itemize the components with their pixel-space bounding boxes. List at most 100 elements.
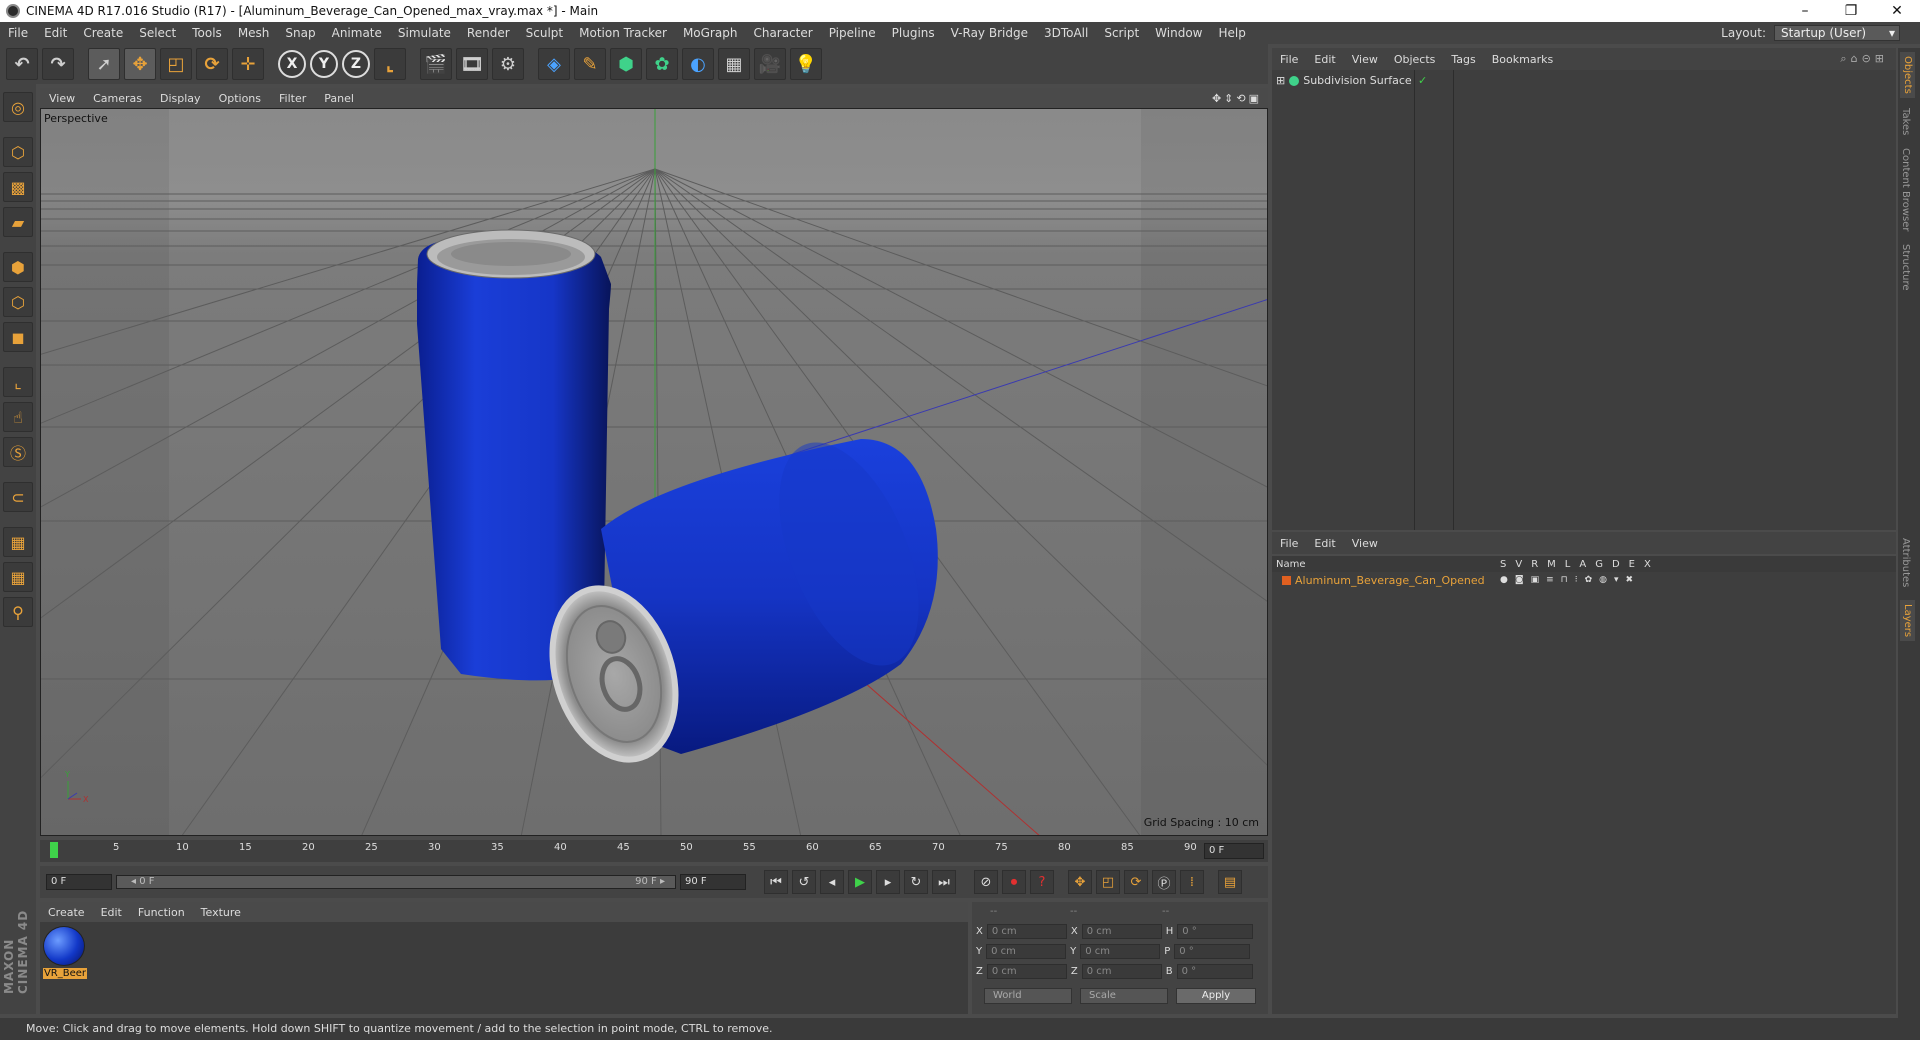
go-to-start-icon[interactable]: ⏮ bbox=[764, 870, 788, 894]
viewport-menu-view[interactable]: View bbox=[40, 92, 84, 105]
menu-tools[interactable]: Tools bbox=[184, 26, 230, 40]
object-row[interactable]: ⊞ Subdivision Surface bbox=[1276, 74, 1412, 87]
model-mode-icon[interactable]: ⬡ bbox=[3, 137, 33, 167]
y-axis-lock-icon[interactable]: Y bbox=[310, 50, 338, 78]
close-button[interactable]: ✕ bbox=[1874, 3, 1920, 19]
polygons-mode-icon[interactable]: ◼ bbox=[3, 322, 33, 352]
layer-row[interactable]: Aluminum_Beverage_Can_Opened bbox=[1282, 574, 1485, 587]
start-frame-field[interactable]: 0 F bbox=[46, 874, 112, 890]
key-parameter-icon[interactable]: Ⓟ bbox=[1152, 870, 1176, 894]
layer-manager-icon[interactable]: ≡ bbox=[1546, 575, 1554, 585]
menu-sculpt[interactable]: Sculpt bbox=[518, 26, 571, 40]
size-z-field[interactable]: 0 cm bbox=[1081, 964, 1162, 979]
objects-menu-view[interactable]: View bbox=[1344, 53, 1386, 66]
planar-workplane-icon[interactable]: ▦ bbox=[3, 562, 33, 592]
render-view-icon[interactable]: 🎬 bbox=[420, 48, 452, 80]
layers-menu-view[interactable]: View bbox=[1344, 537, 1386, 550]
select-cursor-icon[interactable]: ➚ bbox=[88, 48, 120, 80]
mograph-cloner-icon[interactable]: ✿ bbox=[646, 48, 678, 80]
coordinate-mode-dropdown[interactable]: World bbox=[984, 988, 1072, 1004]
coordinate-system-icon[interactable]: ⌞ bbox=[374, 48, 406, 80]
layer-generator-icon[interactable]: ✿ bbox=[1585, 575, 1593, 585]
menu-script[interactable]: Script bbox=[1096, 26, 1147, 40]
objects-search-icon[interactable]: ⌕⌂⊝⊞ bbox=[1840, 52, 1896, 66]
cube-object-icon[interactable]: ◈ bbox=[538, 48, 570, 80]
menu-render[interactable]: Render bbox=[459, 26, 518, 40]
workplane-mode-icon[interactable]: ▰ bbox=[3, 207, 33, 237]
next-frame-icon[interactable]: ▸ bbox=[876, 870, 900, 894]
menu-window[interactable]: Window bbox=[1147, 26, 1210, 40]
layer-deformer-icon[interactable]: ◍ bbox=[1599, 575, 1607, 585]
layer-expression-icon[interactable]: ▾ bbox=[1614, 575, 1619, 585]
menu-create[interactable]: Create bbox=[75, 26, 131, 40]
objects-menu-objects[interactable]: Objects bbox=[1386, 53, 1444, 66]
record-active-icon[interactable]: ⏺ bbox=[1002, 870, 1026, 894]
viewport-menu-filter[interactable]: Filter bbox=[270, 92, 315, 105]
timeline-ruler[interactable]: 0 5 10 15 20 25 30 35 40 45 50 55 60 65 … bbox=[40, 840, 1268, 862]
rotate-tool-icon[interactable]: ⟳ bbox=[196, 48, 228, 80]
size-mode-dropdown[interactable]: Scale bbox=[1080, 988, 1168, 1004]
menu-character[interactable]: Character bbox=[745, 26, 820, 40]
layer-color-swatch[interactable] bbox=[1282, 576, 1291, 585]
previous-frame-icon[interactable]: ◂ bbox=[820, 870, 844, 894]
redo-icon[interactable]: ↷ bbox=[42, 48, 74, 80]
tab-objects[interactable]: Objects bbox=[1900, 52, 1915, 98]
timeline-window-icon[interactable]: ▤ bbox=[1218, 870, 1242, 894]
key-scale-icon[interactable]: ◰ bbox=[1096, 870, 1120, 894]
texture-mode-icon[interactable]: ▩ bbox=[3, 172, 33, 202]
size-x-field[interactable]: 0 cm bbox=[1081, 924, 1162, 939]
timeline-playhead[interactable] bbox=[50, 842, 58, 858]
viewport-menu-panel[interactable]: Panel bbox=[315, 92, 363, 105]
tab-layers[interactable]: Layers bbox=[1900, 600, 1915, 642]
points-mode-icon[interactable]: ⬢ bbox=[3, 252, 33, 282]
menu-animate[interactable]: Animate bbox=[324, 26, 390, 40]
z-axis-lock-icon[interactable]: Z bbox=[342, 50, 370, 78]
position-x-field[interactable]: 0 cm bbox=[986, 924, 1067, 939]
key-pla-icon[interactable]: ⁞ bbox=[1180, 870, 1204, 894]
rotation-b-field[interactable]: 0 ° bbox=[1176, 964, 1253, 979]
objects-menu-bookmarks[interactable]: Bookmarks bbox=[1484, 53, 1561, 66]
autokey-icon[interactable]: ? bbox=[1030, 870, 1054, 894]
tab-structure[interactable]: Structure bbox=[1900, 244, 1911, 291]
viewport-menu-options[interactable]: Options bbox=[210, 92, 270, 105]
menu-pipeline[interactable]: Pipeline bbox=[821, 26, 884, 40]
rotation-h-field[interactable]: 0 ° bbox=[1177, 924, 1254, 939]
layer-solo-icon[interactable]: ● bbox=[1500, 575, 1508, 585]
axis-mode-icon[interactable]: ⌞ bbox=[3, 367, 33, 397]
menu-edit[interactable]: Edit bbox=[36, 26, 75, 40]
layer-lock-icon[interactable]: ⊓ bbox=[1561, 575, 1568, 585]
layer-visible-icon[interactable]: ◙ bbox=[1515, 575, 1524, 585]
key-rotation-icon[interactable]: ⟳ bbox=[1124, 870, 1148, 894]
preview-range-slider[interactable]: ◂ 0 F 90 F ▸ bbox=[116, 875, 676, 889]
size-y-field[interactable]: 0 cm bbox=[1080, 944, 1161, 959]
perspective-viewport[interactable]: Y X Perspective Grid Spacing : 10 cm bbox=[40, 108, 1268, 836]
subdivision-generator-icon[interactable]: ⬢ bbox=[610, 48, 642, 80]
material-menu-texture[interactable]: Texture bbox=[193, 906, 249, 919]
material-item[interactable]: VR_Beer bbox=[43, 926, 87, 979]
layer-render-icon[interactable]: ▣ bbox=[1531, 575, 1540, 585]
tweak-mode-icon[interactable]: ☝ bbox=[3, 402, 33, 432]
menu-select[interactable]: Select bbox=[131, 26, 184, 40]
objects-menu-edit[interactable]: Edit bbox=[1306, 53, 1343, 66]
viewport-navigation-icons[interactable]: ✥⇕⟲▣ bbox=[1212, 92, 1268, 105]
objects-menu-file[interactable]: File bbox=[1272, 53, 1306, 66]
position-y-field[interactable]: 0 cm bbox=[986, 944, 1067, 959]
spline-pen-icon[interactable]: ✎ bbox=[574, 48, 606, 80]
position-z-field[interactable]: 0 cm bbox=[986, 964, 1067, 979]
menu-file[interactable]: File bbox=[0, 26, 36, 40]
move-tool-icon[interactable]: ✥ bbox=[124, 48, 156, 80]
play-icon[interactable]: ▶ bbox=[848, 870, 872, 894]
next-key-icon[interactable]: ↻ bbox=[904, 870, 928, 894]
menu-help[interactable]: Help bbox=[1210, 26, 1253, 40]
objects-menu-tags[interactable]: Tags bbox=[1443, 53, 1483, 66]
end-frame-field[interactable]: 90 F bbox=[680, 874, 746, 890]
key-position-icon[interactable]: ✥ bbox=[1068, 870, 1092, 894]
floor-environment-icon[interactable]: ▦ bbox=[718, 48, 750, 80]
render-picture-viewer-icon[interactable]: 🎞 bbox=[456, 48, 488, 80]
viewport-menu-cameras[interactable]: Cameras bbox=[84, 92, 151, 105]
go-to-end-icon[interactable]: ⏭ bbox=[932, 870, 956, 894]
magnet-icon[interactable]: ⊂ bbox=[3, 482, 33, 512]
restore-button[interactable]: ❐ bbox=[1828, 3, 1874, 19]
deformer-icon[interactable]: ◐ bbox=[682, 48, 714, 80]
layers-menu-file[interactable]: File bbox=[1272, 537, 1306, 550]
